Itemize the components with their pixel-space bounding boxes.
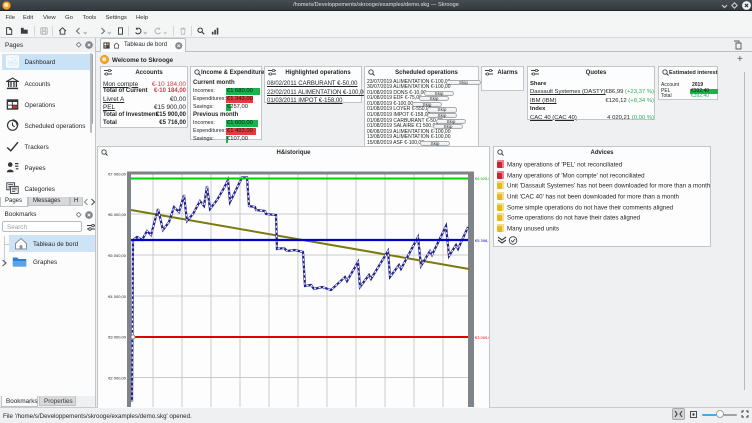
- svg-text:€5 000,00: €5 000,00: [108, 253, 127, 258]
- svg-text:€7 000,00: €7 000,00: [108, 172, 127, 177]
- svg-text:€2 000,00: €2 000,00: [108, 376, 127, 381]
- svg-text:€6 925,00: €6 925,00: [475, 176, 489, 181]
- svg-text:€3 000,00: €3 000,00: [475, 335, 489, 340]
- svg-text:€3 000,00: €3 000,00: [108, 335, 127, 340]
- svg-text:€6 000,00: €6 000,00: [108, 212, 127, 217]
- svg-text:€4 000,00: €4 000,00: [108, 294, 127, 299]
- svg-text:€5 398,14: €5 398,14: [475, 238, 489, 243]
